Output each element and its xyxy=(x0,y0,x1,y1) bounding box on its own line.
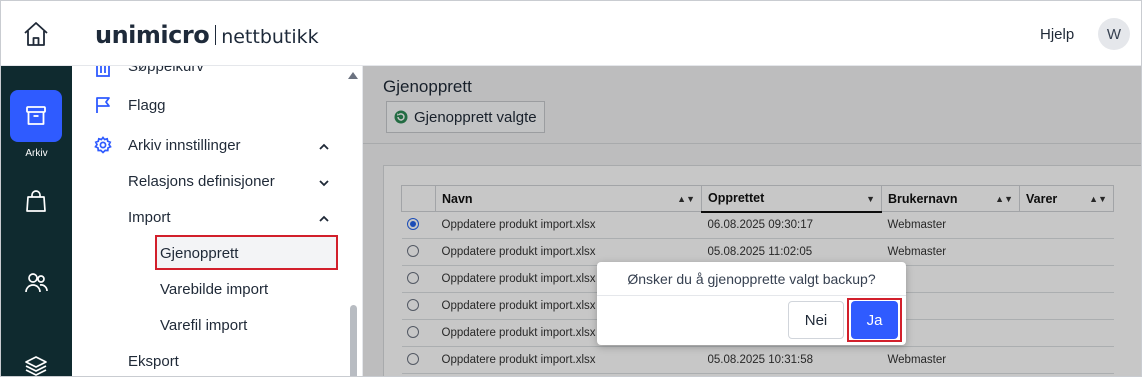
flag-icon xyxy=(94,96,112,114)
trash-icon xyxy=(94,66,112,78)
logo-separator xyxy=(215,25,217,45)
settings-gear-icon xyxy=(94,136,112,154)
rail-item-archive-label: Arkiv xyxy=(25,148,48,159)
layers-icon[interactable] xyxy=(23,353,49,376)
logo-sub-text: nettbutikk xyxy=(221,26,319,48)
sidebar-item-flag[interactable]: Flagg xyxy=(128,97,166,114)
sidebar-scrollbar[interactable] xyxy=(350,305,357,376)
user-avatar[interactable]: W xyxy=(1098,18,1130,50)
chevron-up-icon[interactable] xyxy=(318,212,330,224)
scroll-up-arrow[interactable] xyxy=(348,72,358,79)
chevron-down-icon[interactable] xyxy=(318,176,330,188)
brand-logo[interactable]: unimicro nettbutikk xyxy=(95,21,319,49)
left-rail: Arkiv xyxy=(1,66,72,376)
confirm-message: Ønsker du å gjenopprette valgt backup? xyxy=(627,271,876,287)
shopping-bag-icon[interactable] xyxy=(23,188,49,214)
sidebar-item-export[interactable]: Eksport xyxy=(128,353,179,370)
sidebar-item-archive-settings[interactable]: Arkiv innstillinger xyxy=(128,137,241,154)
help-link[interactable]: Hjelp xyxy=(1040,26,1074,43)
yes-button[interactable]: Ja xyxy=(851,301,898,339)
archive-icon xyxy=(26,106,46,125)
confirm-dialog: Ønsker du å gjenopprette valgt backup? N… xyxy=(597,262,906,345)
app-window: unimicro nettbutikk Hjelp W Arkiv Søppel… xyxy=(0,0,1142,377)
sidebar-menu: Søppelkurv Flagg Arkiv innstillinger Rel… xyxy=(72,66,363,376)
users-icon[interactable] xyxy=(23,270,49,296)
dialog-divider xyxy=(597,295,906,296)
home-icon[interactable] xyxy=(21,19,51,49)
sidebar-item-import[interactable]: Import xyxy=(128,209,171,226)
no-button[interactable]: Nei xyxy=(788,301,844,339)
rail-item-archive[interactable] xyxy=(10,90,62,142)
sidebar-item-relation-definitions[interactable]: Relasjons definisjoner xyxy=(128,173,275,190)
top-header: unimicro nettbutikk Hjelp W xyxy=(1,1,1141,66)
sidebar-item-restore[interactable]: Gjenopprett xyxy=(160,245,238,262)
logo-main-text: unimicro xyxy=(95,21,210,49)
sidebar-item-product-image-import[interactable]: Varebilde import xyxy=(160,281,268,298)
chevron-up-icon[interactable] xyxy=(318,140,330,152)
sidebar-item-trash[interactable]: Søppelkurv xyxy=(128,66,204,75)
sidebar-item-product-file-import[interactable]: Varefil import xyxy=(160,317,247,334)
